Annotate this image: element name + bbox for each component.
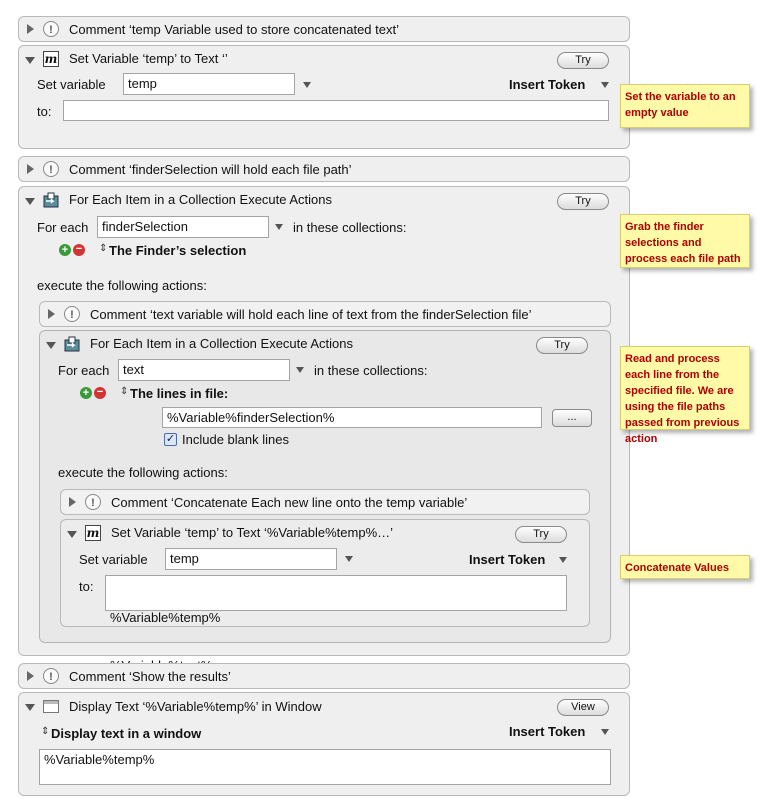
- file-path-field[interactable]: %Variable%finderSelection%: [162, 407, 542, 428]
- for-each-action-2: For Each Item in a Collection Execute Ac…: [39, 330, 611, 673]
- loop-icon: [64, 336, 80, 352]
- to-text-field[interactable]: %Variable%temp% %Variable%text%: [105, 575, 567, 673]
- for-each-action-1: For Each Item in a Collection Execute Ac…: [18, 186, 630, 673]
- try-button[interactable]: Try: [536, 337, 588, 354]
- action-title: Set Variable ‘temp’ to Text ‘%Variable%t…: [111, 525, 394, 540]
- variable-dropdown-icon[interactable]: [296, 367, 304, 373]
- comment-action-5[interactable]: ! Comment ‘Show the results’: [18, 663, 630, 689]
- collections-label: in these collections:: [293, 220, 407, 235]
- display-mode[interactable]: Display text in a window: [51, 726, 201, 741]
- note-concatenate: Concatenate Values: [620, 555, 750, 579]
- insert-token-menu[interactable]: Insert Token: [469, 552, 545, 567]
- comment-title: Comment ‘temp Variable used to store con…: [69, 22, 399, 37]
- browse-button[interactable]: ...: [552, 409, 592, 427]
- set-variable-action-2: m Set Variable ‘temp’ to Text ‘%Variable…: [60, 519, 590, 673]
- remove-collection-icon[interactable]: −: [94, 387, 106, 399]
- insert-token-menu[interactable]: Insert Token: [509, 77, 585, 92]
- disclosure-triangle-icon[interactable]: [27, 24, 34, 34]
- set-variable-action-1: m Set Variable ‘temp’ to Text ‘’ Try Set…: [18, 45, 630, 149]
- add-collection-icon[interactable]: +: [80, 387, 92, 399]
- comment-title: Comment ‘finderSelection will hold each …: [69, 162, 352, 177]
- try-button[interactable]: Try: [557, 193, 609, 210]
- display-mode-popup-icon[interactable]: ⇕: [41, 726, 49, 737]
- window-icon: [43, 700, 59, 713]
- execute-label: execute the following actions:: [58, 465, 228, 480]
- exclamation-icon: !: [85, 494, 101, 510]
- to-label: to:: [79, 579, 94, 594]
- exclamation-icon: !: [64, 306, 80, 322]
- variable-name-field[interactable]: temp: [123, 73, 295, 95]
- include-blank-lines-checkbox[interactable]: ✓: [164, 433, 177, 446]
- try-button[interactable]: Try: [515, 526, 567, 543]
- disclosure-triangle-icon[interactable]: [69, 497, 76, 507]
- loop-variable-field[interactable]: text: [118, 359, 290, 381]
- note-read-lines: Read and process each line from the spec…: [620, 346, 750, 445]
- exclamation-icon: !: [43, 668, 59, 684]
- set-variable-label: Set variable: [79, 552, 148, 567]
- try-button[interactable]: Try: [557, 52, 609, 69]
- variable-dropdown-icon[interactable]: [303, 82, 311, 88]
- comment-title: Comment ‘Show the results’: [69, 669, 231, 684]
- set-variable-label: Set variable: [37, 77, 106, 92]
- action-title: For Each Item in a Collection Execute Ac…: [69, 192, 333, 207]
- note-set-empty: Set the variable to an empty value: [620, 84, 750, 128]
- comment-action-1[interactable]: ! Comment ‘temp Variable used to store c…: [18, 16, 630, 42]
- insert-token-dropdown-icon[interactable]: [559, 557, 567, 563]
- comment-action-3[interactable]: ! Comment ‘text variable will hold each …: [39, 301, 611, 327]
- exclamation-icon: !: [43, 161, 59, 177]
- disclosure-triangle-icon[interactable]: [27, 671, 34, 681]
- collection-type-popup-icon[interactable]: ⇕: [99, 243, 107, 254]
- loop-variable-field[interactable]: finderSelection: [97, 216, 269, 238]
- to-label: to:: [37, 104, 52, 119]
- disclosure-triangle-icon[interactable]: [25, 704, 35, 711]
- comment-action-2[interactable]: ! Comment ‘finderSelection will hold eac…: [18, 156, 630, 182]
- insert-token-menu[interactable]: Insert Token: [509, 724, 585, 739]
- to-text-field[interactable]: [63, 100, 609, 121]
- disclosure-triangle-icon[interactable]: [25, 198, 35, 205]
- action-title: For Each Item in a Collection Execute Ac…: [90, 336, 354, 351]
- comment-action-4[interactable]: ! Comment ‘Concatenate Each new line ont…: [60, 489, 590, 515]
- macro-variable-icon: m: [85, 525, 101, 541]
- disclosure-triangle-icon[interactable]: [27, 164, 34, 174]
- disclosure-triangle-icon[interactable]: [67, 531, 77, 538]
- exclamation-icon: !: [43, 21, 59, 37]
- macro-variable-icon: m: [43, 51, 59, 67]
- comment-title: Comment ‘text variable will hold each li…: [90, 307, 532, 322]
- disclosure-triangle-icon[interactable]: [46, 342, 56, 349]
- disclosure-triangle-icon[interactable]: [25, 57, 35, 64]
- view-button[interactable]: View: [557, 699, 609, 716]
- for-each-label: For each: [37, 220, 89, 235]
- note-grab-finder: Grab the finder selections and process e…: [620, 214, 750, 268]
- action-title: Set Variable ‘temp’ to Text ‘’: [69, 51, 228, 66]
- variable-dropdown-icon[interactable]: [275, 224, 283, 230]
- include-blank-lines-label: Include blank lines: [182, 432, 289, 447]
- display-text-action: Display Text ‘%Variable%temp%’ in Window…: [18, 692, 630, 796]
- variable-dropdown-icon[interactable]: [345, 556, 353, 562]
- display-text-field[interactable]: %Variable%temp%: [39, 749, 611, 785]
- for-each-label: For each: [58, 363, 110, 378]
- insert-token-dropdown-icon[interactable]: [601, 82, 609, 88]
- execute-label: execute the following actions:: [37, 278, 207, 293]
- to-text-line-1: %Variable%temp%: [110, 610, 221, 625]
- collection-type-popup-icon[interactable]: ⇕: [120, 386, 128, 397]
- remove-collection-icon[interactable]: −: [73, 244, 85, 256]
- collection-type[interactable]: The Finder’s selection: [109, 243, 246, 258]
- disclosure-triangle-icon[interactable]: [48, 309, 55, 319]
- comment-title: Comment ‘Concatenate Each new line onto …: [111, 495, 468, 510]
- variable-name-field[interactable]: temp: [165, 548, 337, 570]
- loop-icon: [43, 192, 59, 208]
- action-title: Display Text ‘%Variable%temp%’ in Window: [69, 699, 322, 714]
- collections-label: in these collections:: [314, 363, 428, 378]
- collection-type[interactable]: The lines in file:: [130, 386, 228, 401]
- insert-token-dropdown-icon[interactable]: [601, 729, 609, 735]
- add-collection-icon[interactable]: +: [59, 244, 71, 256]
